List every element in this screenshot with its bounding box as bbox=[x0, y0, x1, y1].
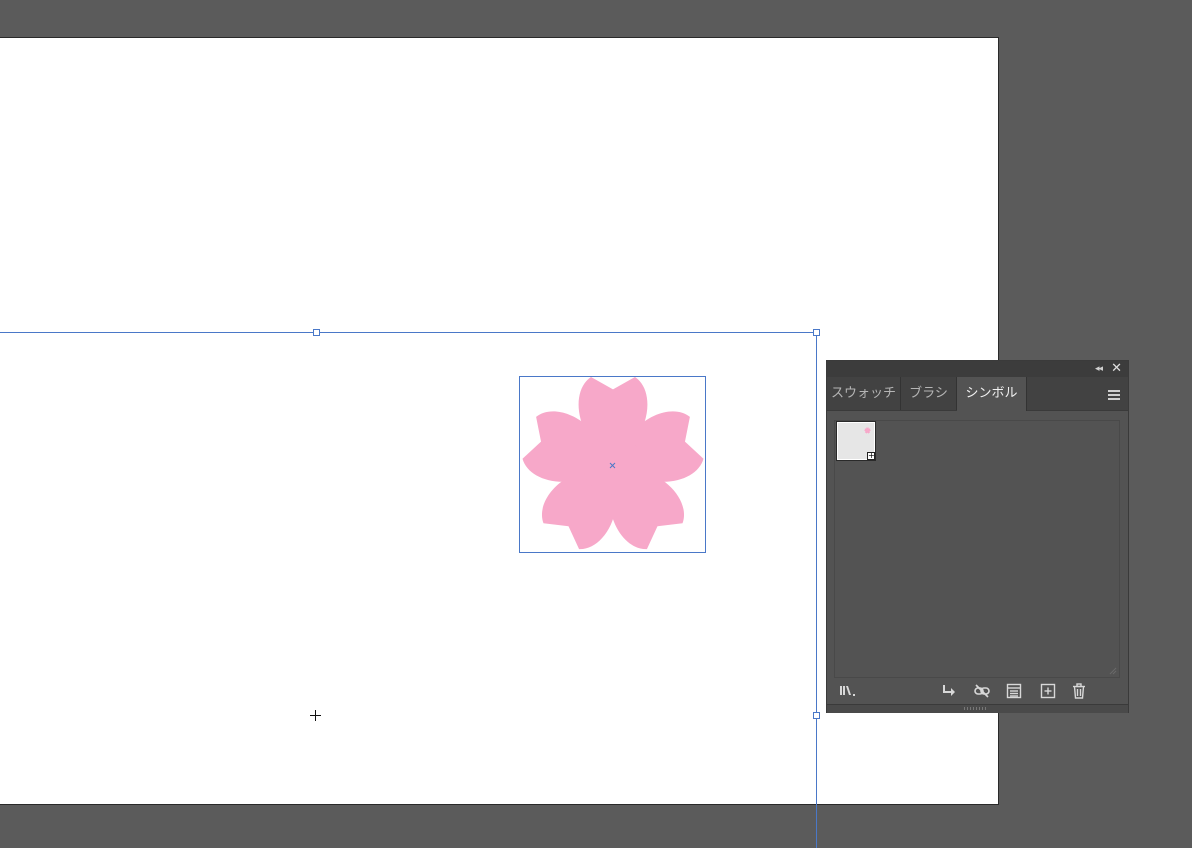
collapse-panel-icon[interactable]: ◂◂ bbox=[1095, 363, 1103, 375]
selection-handle-middle-right[interactable] bbox=[813, 712, 820, 719]
plus-icon: + bbox=[867, 451, 875, 460]
center-crosshair-icon bbox=[309, 709, 322, 722]
symbol-list[interactable]: + bbox=[834, 420, 1120, 678]
sakura-thumb-icon bbox=[864, 427, 871, 434]
panel-footer bbox=[827, 678, 1128, 704]
tab-swatches[interactable]: スウォッチ bbox=[827, 377, 901, 410]
delete-symbol-icon[interactable] bbox=[1070, 682, 1088, 700]
panel-titlebar[interactable]: ◂◂ ✕ bbox=[827, 361, 1128, 377]
selection-top-edge bbox=[0, 332, 817, 333]
symbols-panel[interactable]: ◂◂ ✕ スウォッチ ブラシ シンボル + bbox=[826, 360, 1129, 713]
selection-right-edge bbox=[816, 332, 817, 848]
canvas-workspace[interactable]: ◂◂ ✕ スウォッチ ブラシ シンボル + bbox=[0, 0, 1192, 848]
sakura-symbol-instance[interactable] bbox=[519, 376, 706, 553]
panel-resize-grip[interactable] bbox=[827, 704, 1128, 713]
resize-grip-icon[interactable] bbox=[1109, 667, 1117, 675]
symbol-options-icon[interactable] bbox=[1005, 682, 1023, 700]
place-symbol-instance-icon[interactable] bbox=[940, 682, 958, 700]
selection-handle-top-middle[interactable] bbox=[313, 329, 320, 336]
selection-handle-top-right[interactable] bbox=[813, 329, 820, 336]
break-link-icon[interactable] bbox=[973, 682, 991, 700]
grip-dots-icon bbox=[964, 707, 988, 710]
tab-symbols[interactable]: シンボル bbox=[957, 377, 1027, 411]
symbol-thumbnail-sakura[interactable]: + bbox=[836, 421, 876, 461]
close-icon[interactable]: ✕ bbox=[1111, 361, 1122, 377]
new-symbol-icon[interactable] bbox=[1039, 682, 1057, 700]
hamburger-menu-icon[interactable] bbox=[1108, 390, 1120, 400]
symbol-library-icon[interactable] bbox=[838, 682, 856, 700]
tab-brushes[interactable]: ブラシ bbox=[901, 377, 957, 410]
panel-tab-bar: スウォッチ ブラシ シンボル bbox=[827, 377, 1128, 411]
